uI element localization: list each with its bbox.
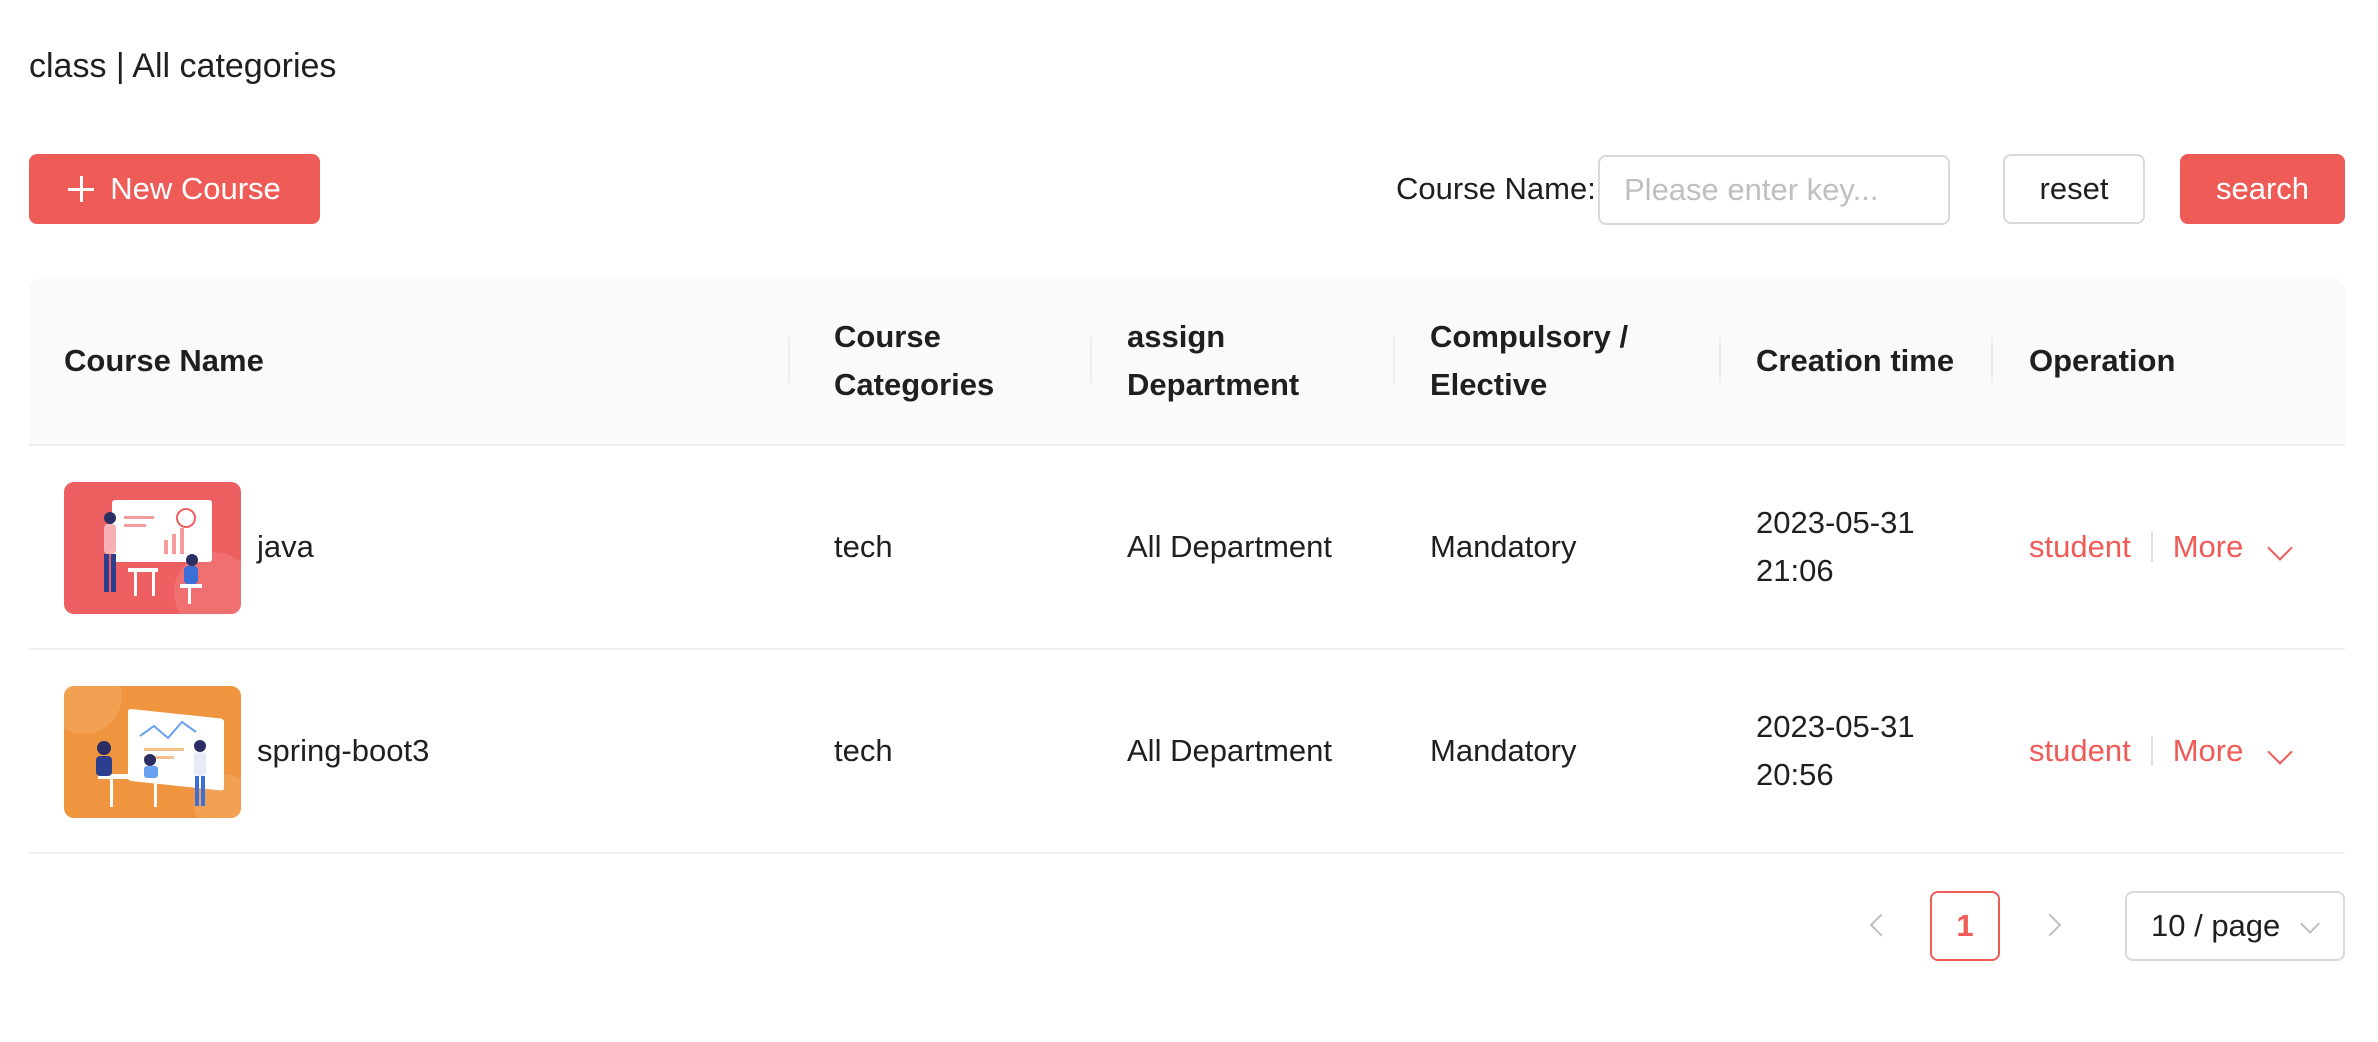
operation-divider bbox=[2150, 736, 2153, 766]
chevron-down-icon bbox=[2267, 739, 2294, 765]
course-creation-time: 2023-05-31 21:06 bbox=[1756, 505, 1915, 588]
table-row: java tech All Department Mandatory 2023-… bbox=[29, 446, 2345, 650]
course-list-page: class | All categories New Course Course… bbox=[0, 0, 2378, 1042]
page-size-select[interactable]: 10 / page bbox=[2125, 891, 2345, 961]
column-divider bbox=[1719, 337, 1721, 383]
previous-page-button[interactable] bbox=[1858, 905, 1898, 945]
column-header-creation-time: Creation time bbox=[1756, 343, 1955, 378]
course-creation-time: 2023-05-31 20:56 bbox=[1756, 709, 1915, 792]
new-course-label: New Course bbox=[110, 171, 281, 206]
table-header: Course Name Course Categories assign Dep… bbox=[29, 278, 2345, 446]
course-name-search-input[interactable] bbox=[1598, 155, 1950, 225]
course-department: All Department bbox=[1127, 733, 1333, 768]
course-type: Mandatory bbox=[1430, 529, 1577, 564]
more-label: More bbox=[2172, 733, 2244, 768]
course-name: spring-boot3 bbox=[257, 733, 430, 768]
more-label: More bbox=[2172, 529, 2244, 564]
student-link[interactable]: student bbox=[2029, 523, 2131, 571]
reset-button[interactable]: reset bbox=[2003, 154, 2145, 224]
new-course-button[interactable]: New Course bbox=[29, 154, 320, 224]
chevron-down-icon bbox=[2267, 535, 2294, 561]
row-operations: student More bbox=[2029, 446, 2294, 648]
more-dropdown[interactable]: More bbox=[2172, 523, 2294, 571]
course-thumbnail-image bbox=[64, 686, 241, 818]
column-divider bbox=[788, 337, 790, 383]
column-divider bbox=[1991, 337, 1993, 383]
column-header-assign-department: assign Department bbox=[1127, 319, 1300, 402]
search-button[interactable]: search bbox=[2180, 154, 2345, 224]
student-link[interactable]: student bbox=[2029, 727, 2131, 775]
chevron-down-icon bbox=[2300, 914, 2320, 934]
course-type: Mandatory bbox=[1430, 733, 1577, 768]
course-category: tech bbox=[834, 529, 893, 564]
column-header-course-categories: Course Categories bbox=[834, 319, 995, 402]
column-divider bbox=[1393, 337, 1395, 383]
row-operations: student More bbox=[2029, 650, 2294, 852]
page-size-value: 10 / page bbox=[2151, 908, 2281, 943]
column-divider bbox=[1090, 337, 1092, 383]
page-number-button[interactable]: 1 bbox=[1930, 891, 2000, 961]
column-header-compulsory-elective: Compulsory / Elective bbox=[1430, 319, 1629, 402]
column-header-course-name: Course Name bbox=[64, 343, 264, 378]
operation-divider bbox=[2150, 532, 2153, 562]
breadcrumb: class | All categories bbox=[29, 47, 337, 85]
column-header-operation: Operation bbox=[2029, 343, 2176, 378]
course-category: tech bbox=[834, 733, 893, 768]
course-table: Course Name Course Categories assign Dep… bbox=[29, 278, 2345, 854]
next-page-button[interactable] bbox=[2033, 905, 2073, 945]
chevron-right-icon bbox=[2038, 913, 2062, 937]
more-dropdown[interactable]: More bbox=[2172, 727, 2294, 775]
course-name-filter-label: Course Name: bbox=[1396, 171, 1596, 206]
chevron-left-icon bbox=[1869, 913, 1893, 937]
course-thumbnail-image bbox=[64, 482, 241, 614]
course-name: java bbox=[257, 529, 314, 564]
course-department: All Department bbox=[1127, 529, 1333, 564]
table-row: spring-boot3 tech All Department Mandato… bbox=[29, 650, 2345, 854]
plus-icon bbox=[68, 176, 95, 202]
